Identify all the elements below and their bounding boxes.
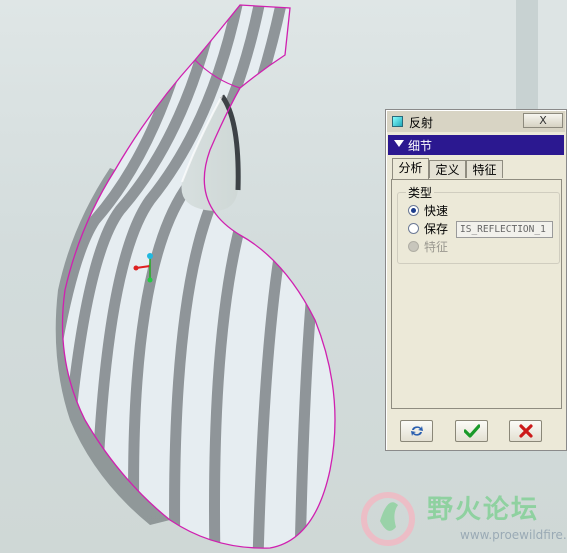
reflection-dialog: 反射 X 细节 分析 定义 特征 类型 快速 保存 IS_REFLECTION_… xyxy=(385,109,567,451)
radio-feature-indicator xyxy=(408,241,419,252)
repaint-icon xyxy=(411,426,423,436)
repaint-button[interactable] xyxy=(400,420,433,442)
dialog-title: 反射 xyxy=(409,116,434,130)
dialog-titlebar[interactable]: 反射 X xyxy=(387,111,565,132)
type-group-legend: 类型 xyxy=(406,184,435,201)
tab-definition[interactable]: 定义 xyxy=(429,160,466,178)
watermark-logo-icon xyxy=(361,492,415,546)
close-button[interactable]: X xyxy=(523,113,563,128)
analysis-tab-panel: 类型 快速 保存 IS_REFLECTION_1 特征 xyxy=(391,179,562,409)
type-group: 类型 快速 保存 IS_REFLECTION_1 特征 xyxy=(397,184,560,264)
app-icon xyxy=(392,116,403,127)
section-title: 细节 xyxy=(408,139,433,153)
radio-quick-label: 快速 xyxy=(424,204,449,218)
checkmark-icon xyxy=(464,424,480,438)
watermark-url: www.proewildfire.cn xyxy=(460,528,567,542)
tab-analysis[interactable]: 分析 xyxy=(392,158,429,179)
x-icon xyxy=(519,424,533,438)
radio-save-indicator[interactable] xyxy=(408,223,419,234)
save-name-field[interactable]: IS_REFLECTION_1 xyxy=(456,221,553,238)
forum-watermark: 野火论坛 www.proewildfire.cn xyxy=(350,485,567,553)
collapse-arrow-icon xyxy=(394,140,404,147)
radio-save-label: 保存 xyxy=(424,222,449,236)
cancel-button[interactable] xyxy=(509,420,542,442)
radio-quick-indicator[interactable] xyxy=(408,205,419,216)
tab-feature[interactable]: 特征 xyxy=(466,160,503,178)
radio-feature-label: 特征 xyxy=(424,240,449,254)
section-header-details[interactable]: 细节 xyxy=(388,135,564,155)
watermark-title: 野火论坛 xyxy=(427,495,540,525)
ok-button[interactable] xyxy=(455,420,488,442)
